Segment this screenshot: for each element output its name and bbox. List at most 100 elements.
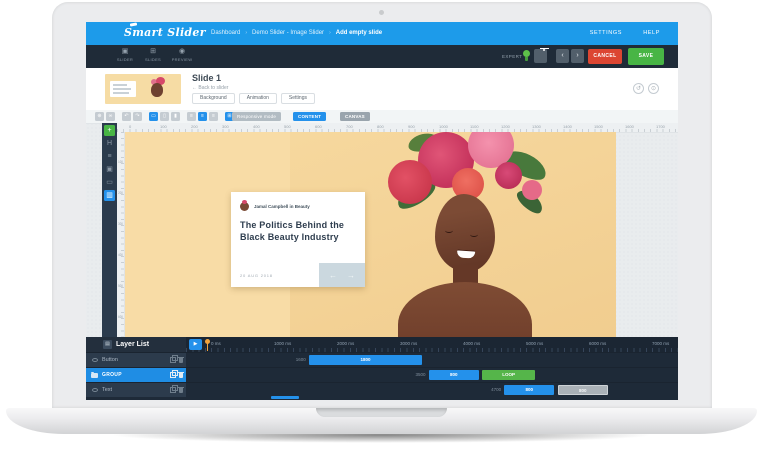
timeline-ms-label: 3000 ms bbox=[400, 341, 418, 346]
layer-item-text[interactable]: Text bbox=[86, 383, 186, 397]
notifications-button[interactable] bbox=[534, 49, 547, 63]
h-ruler-label: 200 bbox=[191, 124, 198, 129]
preview-button[interactable]: ◉ PREVIEW bbox=[169, 47, 195, 67]
layer-window-icon[interactable]: ▤ bbox=[103, 340, 112, 349]
layer-item-button[interactable]: Button bbox=[86, 353, 186, 367]
slide-canvas[interactable]: Jamal Campbell in Beauty The Politics Be… bbox=[125, 132, 616, 337]
h-ruler-label: 300 bbox=[222, 124, 229, 129]
timeline-ms-label: 5000 ms bbox=[526, 341, 544, 346]
tab-animation[interactable]: Animation bbox=[238, 93, 277, 104]
next-arrow-icon[interactable]: → bbox=[347, 271, 355, 280]
timeline-panel: 0 ms 1000 ms 2000 ms 3000 ms 4000 ms 5000 ms 6… bbox=[86, 337, 678, 400]
eye-icon[interactable] bbox=[92, 388, 98, 392]
h-ruler-label: 1400 bbox=[563, 124, 572, 129]
align-left-icon[interactable]: ≡ bbox=[187, 112, 196, 121]
tablet-icon[interactable]: ▯ bbox=[160, 112, 169, 121]
timeline-ms-label: 1000 ms bbox=[274, 341, 292, 346]
delay-label: 1600 bbox=[295, 357, 306, 362]
redo-button[interactable]: › bbox=[571, 49, 584, 63]
duplicate-icon[interactable] bbox=[170, 355, 178, 363]
layers-icon[interactable]: ▥ bbox=[104, 190, 115, 201]
back-arrow-icon: ← bbox=[192, 85, 197, 91]
undo-icon[interactable]: ↶ bbox=[122, 112, 131, 121]
eye-icon[interactable] bbox=[92, 358, 98, 362]
add-layer-button[interactable]: + bbox=[104, 125, 115, 136]
v-ruler-label: 100 bbox=[118, 160, 123, 164]
align-right-icon[interactable]: ≡ bbox=[209, 112, 218, 121]
content-card-layer[interactable]: Jamal Campbell in Beauty The Politics Be… bbox=[231, 192, 365, 287]
in-animation-bar[interactable]: 1800 bbox=[308, 355, 423, 365]
canvas-button[interactable]: CANVAS bbox=[340, 112, 370, 121]
undo-button[interactable]: ‹ bbox=[556, 49, 569, 63]
timeline-track[interactable]: 4700 800 800 bbox=[186, 383, 678, 397]
timeline-scrollbar[interactable] bbox=[271, 396, 299, 399]
slider-button[interactable]: ▣ SLIDER bbox=[112, 47, 138, 67]
cancel-button[interactable]: CANCEL bbox=[588, 49, 622, 64]
h-ruler-label: 1600 bbox=[625, 124, 634, 129]
timeline-row: 4700 800 800 Text bbox=[86, 382, 678, 397]
author-label: Jamal Campbell in Beauty bbox=[254, 204, 310, 209]
timeline-ruler[interactable]: 0 ms 1000 ms 2000 ms 3000 ms 4000 ms 5000 ms 6… bbox=[186, 337, 678, 352]
redo-icon[interactable]: ↷ bbox=[133, 112, 142, 121]
timeline-track[interactable]: 1600 1800 bbox=[186, 353, 678, 367]
layer-label: Button bbox=[102, 357, 118, 363]
slide-info-bar: Slide 1 ← Back to slider Background Anim… bbox=[86, 68, 678, 111]
duplicate-icon[interactable] bbox=[170, 385, 178, 393]
trash-icon[interactable] bbox=[178, 356, 184, 363]
trash-icon[interactable] bbox=[178, 386, 184, 393]
mobile-icon[interactable]: ▮ bbox=[171, 112, 180, 121]
save-button[interactable]: SAVE bbox=[628, 48, 664, 65]
folder-icon[interactable] bbox=[91, 371, 98, 378]
timeline-ms-label: 0 ms bbox=[211, 341, 221, 346]
tab-background[interactable]: Background bbox=[192, 93, 235, 104]
responsive-mode-button[interactable]: Responsive mode bbox=[232, 112, 282, 121]
breadcrumb-add-slide[interactable]: Add empty slide bbox=[336, 30, 382, 36]
desktop-icon[interactable]: ▭ bbox=[149, 112, 158, 121]
card-heading[interactable]: The Politics Behind the Black Beauty Ind… bbox=[240, 219, 344, 243]
zoom-icon[interactable]: ⊕ bbox=[95, 112, 104, 121]
settings-link[interactable]: SETTINGS bbox=[590, 30, 622, 36]
prev-arrow-icon[interactable]: ← bbox=[329, 271, 337, 280]
author-avatar bbox=[240, 200, 249, 211]
v-ruler-label: 400 bbox=[118, 253, 123, 257]
target-circle-icon[interactable]: ⊙ bbox=[648, 83, 659, 94]
duplicate-icon[interactable] bbox=[170, 370, 178, 378]
undo-circle-icon[interactable]: ↺ bbox=[633, 83, 644, 94]
flower-shape bbox=[495, 162, 522, 189]
thumb-text-line bbox=[113, 88, 131, 90]
button-layer-icon[interactable]: ▭ bbox=[104, 177, 115, 188]
help-link[interactable]: HELP bbox=[643, 30, 660, 36]
text-layer-icon[interactable]: ≡ bbox=[104, 151, 115, 162]
breadcrumb-dashboard[interactable]: Dashboard bbox=[211, 30, 240, 36]
h-ruler-label: 0 bbox=[129, 124, 132, 129]
out-animation-bar[interactable]: 800 bbox=[557, 385, 608, 395]
card-date: 20 AUG 2018 bbox=[240, 273, 273, 278]
loop-animation-bar[interactable]: LOOP bbox=[481, 370, 536, 380]
layer-label: Text bbox=[102, 387, 113, 393]
trash-icon[interactable] bbox=[178, 371, 184, 378]
timeline-ms-label: 7000 ms bbox=[652, 341, 670, 346]
image-layer-icon[interactable]: ▣ bbox=[104, 164, 115, 175]
layer-item-group[interactable]: GROUP bbox=[86, 368, 186, 382]
timeline-ms-label: 4000 ms bbox=[463, 341, 481, 346]
in-animation-bar[interactable]: 800 bbox=[428, 370, 479, 380]
timeline-track[interactable]: 3500 800 LOOP bbox=[186, 368, 678, 382]
slide-thumbnail[interactable] bbox=[105, 74, 181, 104]
playhead-marker[interactable] bbox=[205, 339, 210, 351]
play-button[interactable]: ▶ bbox=[189, 339, 202, 350]
in-animation-bar[interactable]: 800 bbox=[504, 385, 555, 395]
tab-settings[interactable]: Settings bbox=[280, 93, 315, 104]
link-icon[interactable]: ∞ bbox=[106, 112, 115, 121]
content-button[interactable]: CONTENT bbox=[293, 112, 327, 121]
slides-button[interactable]: ⊞ SLIDES bbox=[140, 47, 166, 67]
app-logo[interactable]: Smart Slider bbox=[124, 26, 206, 39]
h-ruler-label: 1300 bbox=[532, 124, 541, 129]
back-to-slider-link[interactable]: ← Back to slider bbox=[192, 85, 228, 91]
h-ruler-label: 700 bbox=[346, 124, 353, 129]
v-ruler-label: 600 bbox=[118, 315, 123, 319]
breadcrumb-slider[interactable]: Demo Slider - Image Slider bbox=[252, 30, 324, 36]
heading-layer-icon[interactable]: H bbox=[104, 138, 115, 149]
expert-toggle-bulb-icon[interactable] bbox=[523, 50, 530, 61]
align-center-icon[interactable]: ≡ bbox=[198, 112, 207, 121]
h-ruler-label: 500 bbox=[284, 124, 291, 129]
